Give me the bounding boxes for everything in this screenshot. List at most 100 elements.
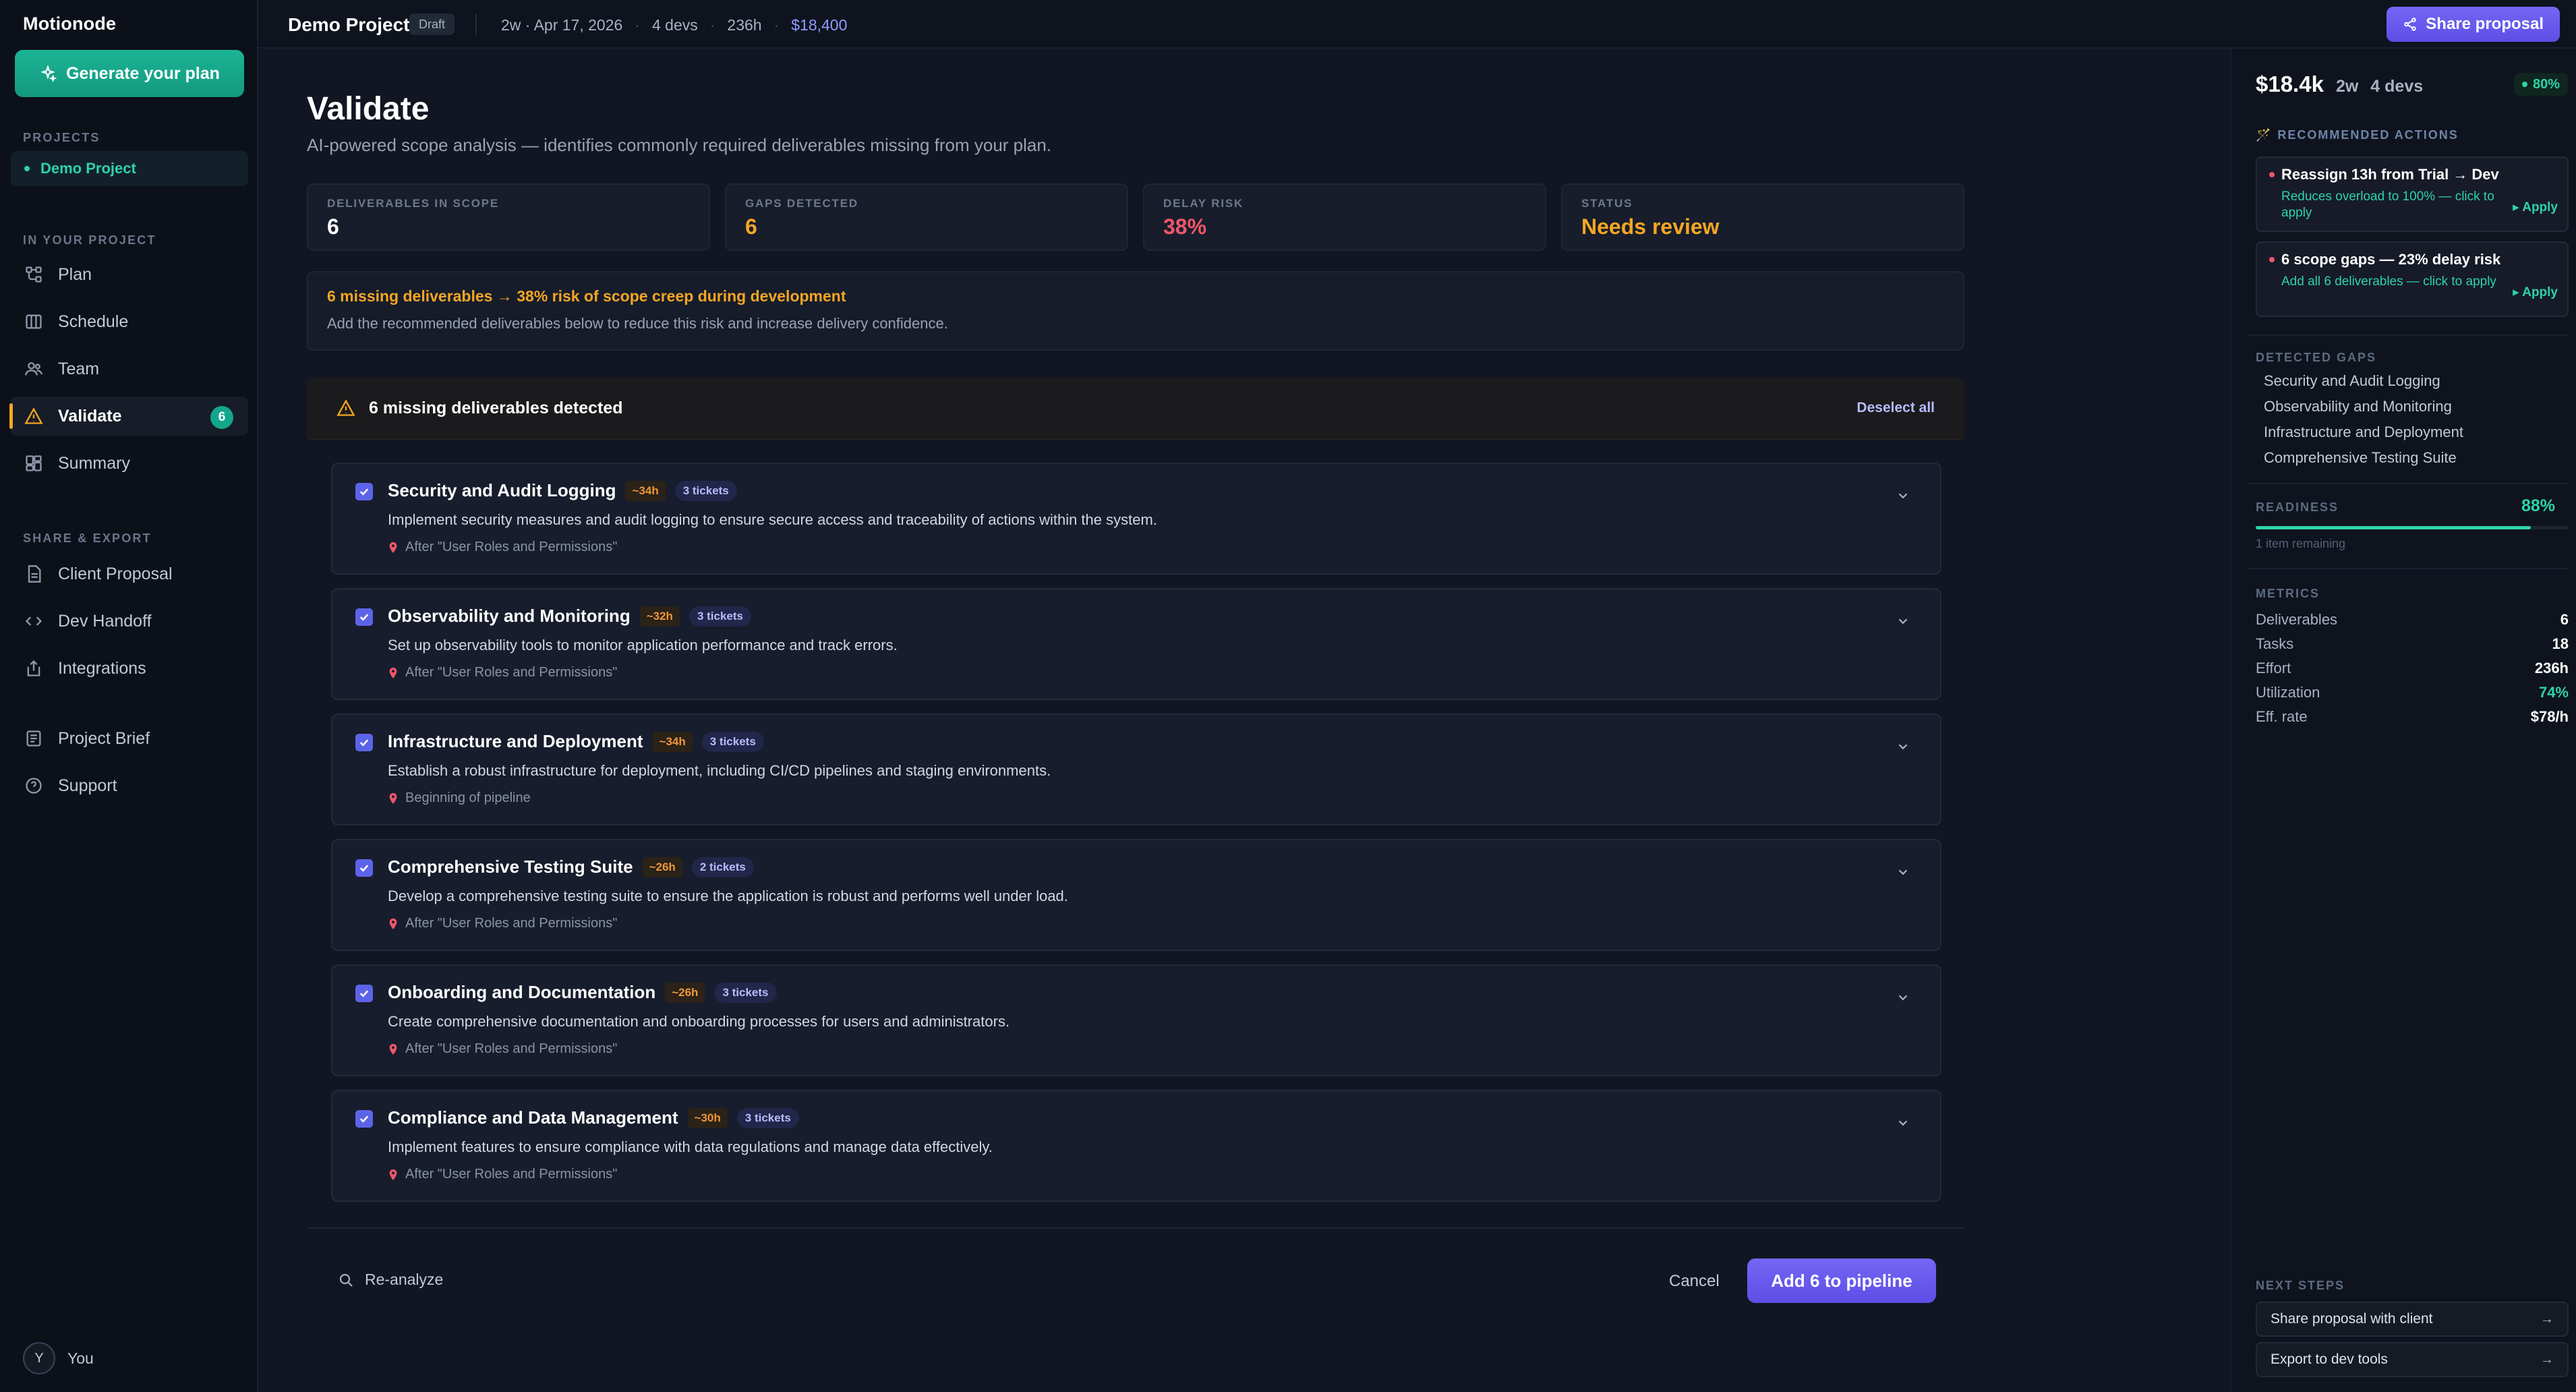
confidence-value: 80%: [2532, 76, 2560, 92]
next-step-share-proposal[interactable]: Share proposal with client →: [2256, 1302, 2569, 1337]
deliverable-checkbox[interactable]: [355, 859, 373, 877]
page-subtitle: AI-powered scope analysis — identifies c…: [307, 135, 1052, 155]
sidebar-item-schedule[interactable]: Schedule: [11, 302, 248, 341]
readiness-progress-fill: [2256, 526, 2531, 529]
chevron-down-icon[interactable]: [1896, 488, 1910, 503]
deliverable-position: After "User Roles and Permissions": [388, 1041, 617, 1057]
deliverable-title-row: Onboarding and Documentation ~26h 3 ticket…: [388, 982, 777, 1003]
chevron-down-icon[interactable]: [1896, 739, 1910, 754]
sidebar-item-validate[interactable]: Validate 6: [9, 397, 248, 436]
sidebar-item-label: Schedule: [58, 312, 129, 331]
deliverable-position-text: After "User Roles and Permissions": [405, 665, 618, 680]
deliverable-card[interactable]: Observability and Monitoring ~32h 3 ticket…: [331, 588, 1941, 700]
generate-plan-button[interactable]: Generate your plan: [15, 50, 244, 97]
chevron-down-icon[interactable]: [1896, 614, 1910, 629]
metric-value: 74%: [2538, 684, 2569, 701]
document-icon: [28, 565, 41, 583]
gap-item: Observability and Monitoring: [2264, 398, 2452, 415]
recommendation-card[interactable]: Reassign 13h from Trial → Dev Reduces ov…: [2256, 156, 2569, 232]
deliverable-checkbox[interactable]: [355, 985, 373, 1002]
deliverable-card[interactable]: Infrastructure and Deployment ~34h 3 ticke…: [331, 714, 1941, 825]
deliverable-card[interactable]: Compliance and Data Management ~30h 3 tick…: [331, 1090, 1941, 1202]
user-name: You: [67, 1349, 94, 1367]
chevron-down-icon[interactable]: [1896, 1115, 1910, 1130]
action-bar: Re-analyze Cancel Add 6 to pipeline: [307, 1227, 1964, 1349]
meta-devs: 4 devs: [651, 16, 698, 34]
summary-panel: $18.4k 2w 4 devs 80% 🪄 RECOMMENDED ACTIO…: [2230, 49, 2576, 1392]
metric-value: 18: [2552, 635, 2569, 652]
stat-value: 38%: [1163, 214, 1207, 239]
reanalyze-button[interactable]: Re-analyze: [338, 1271, 443, 1289]
sidebar-item-summary[interactable]: Summary: [11, 444, 248, 483]
share-export-section-label: SHARE & EXPORT: [23, 531, 152, 545]
chevron-down-icon[interactable]: [1896, 990, 1910, 1005]
stat-deliverables: DELIVERABLES IN SCOPE 6: [307, 183, 710, 251]
metrics-label: METRICS: [2256, 587, 2320, 600]
deliverable-title-row: Observability and Monitoring ~32h 3 ticket…: [388, 606, 751, 627]
recommendation-title: 6 scope gaps — 23% delay risk: [2269, 251, 2500, 268]
recommendation-card[interactable]: 6 scope gaps — 23% delay risk Add all 6 …: [2256, 241, 2569, 317]
cancel-button[interactable]: Cancel: [1669, 1272, 1720, 1291]
status-dot-icon: [2521, 82, 2527, 87]
deliverable-description: Develop a comprehensive testing suite to…: [388, 888, 1068, 904]
sidebar-item-support[interactable]: Support: [11, 766, 248, 805]
sidebar-item-team[interactable]: Team: [11, 349, 248, 388]
chevron-down-icon[interactable]: [1896, 865, 1910, 879]
metric-key: Deliverables: [2256, 611, 2338, 628]
gap-item: Comprehensive Testing Suite: [2264, 449, 2457, 466]
deliverable-position-text: Beginning of pipeline: [405, 790, 531, 805]
deliverable-checkbox[interactable]: [355, 608, 373, 626]
deliverable-checkbox[interactable]: [355, 734, 373, 751]
sidebar-item-project-brief[interactable]: Project Brief: [11, 719, 248, 758]
recommended-actions-label: 🪄 RECOMMENDED ACTIONS: [2256, 128, 2459, 142]
deliverable-position: After "User Roles and Permissions": [388, 916, 617, 931]
share-proposal-button[interactable]: Share proposal: [2387, 7, 2560, 42]
warning-icon: [336, 399, 355, 416]
missing-deliverables-bar: 6 missing deliverables detected Deselect…: [307, 378, 1964, 440]
stat-value: Needs review: [1581, 214, 1720, 239]
deliverable-card[interactable]: Onboarding and Documentation ~26h 3 ticket…: [331, 964, 1941, 1076]
sidebar-item-integrations[interactable]: Integrations: [11, 649, 248, 688]
sidebar-item-plan[interactable]: Plan: [11, 255, 248, 294]
next-step-label: Export to dev tools: [2271, 1352, 2388, 1367]
apply-button[interactable]: ▸ Apply: [2513, 200, 2558, 215]
readiness-value: 88%: [2521, 496, 2555, 515]
user-menu[interactable]: Y You: [23, 1342, 94, 1374]
stat-status: STATUS Needs review: [1561, 183, 1964, 251]
deselect-all-button[interactable]: Deselect all: [1856, 400, 1935, 416]
next-step-export-dev-tools[interactable]: Export to dev tools →: [2256, 1342, 2569, 1377]
divider: [2248, 483, 2569, 484]
deliverable-position: After "User Roles and Permissions": [388, 1167, 617, 1182]
panel-amount: $18.4k: [2256, 71, 2324, 96]
separator-dot: ·: [635, 16, 640, 34]
tickets-badge: 3 tickets: [674, 480, 737, 501]
sidebar-item-label: Dev Handoff: [58, 611, 152, 631]
stat-value: 6: [745, 214, 757, 239]
metric-value: 236h: [2534, 660, 2569, 676]
pin-icon: [389, 918, 397, 929]
panel-devs: 4 devs: [2370, 77, 2424, 96]
risk-alert-headline: 6 missing deliverables → 38% risk of sco…: [327, 287, 846, 305]
deliverable-checkbox[interactable]: [355, 1110, 373, 1128]
deliverable-position-text: After "User Roles and Permissions": [405, 1041, 618, 1056]
deliverable-position-text: After "User Roles and Permissions": [405, 540, 618, 554]
project-item-demo[interactable]: Demo Project: [11, 151, 248, 186]
apply-button[interactable]: ▸ Apply: [2513, 285, 2558, 300]
brand-logo[interactable]: Motionode: [23, 13, 116, 34]
add-to-pipeline-button[interactable]: Add 6 to pipeline: [1747, 1258, 1936, 1303]
deliverable-card[interactable]: Security and Audit Logging ~34h 3 tickets I…: [331, 463, 1941, 575]
sidebar-item-label: Project Brief: [58, 728, 150, 748]
check-icon: [359, 614, 369, 621]
sidebar-item-client-proposal[interactable]: Client Proposal: [11, 554, 248, 593]
sidebar-item-dev-handoff[interactable]: Dev Handoff: [11, 602, 248, 641]
deliverable-checkbox[interactable]: [355, 483, 373, 500]
main-content: Validate AI-powered scope analysis — ide…: [258, 49, 2230, 1392]
risk-alert-detail: Add the recommended deliverables below t…: [327, 315, 948, 332]
separator-dot: ·: [773, 16, 780, 34]
check-icon: [359, 865, 369, 872]
confidence-badge: 80%: [2513, 73, 2568, 96]
deliverable-card[interactable]: Comprehensive Testing Suite ~26h 2 tickets…: [331, 839, 1941, 951]
sidebar-item-label: Summary: [58, 453, 130, 473]
tickets-badge: 3 tickets: [689, 606, 751, 627]
panel-header: $18.4k 2w 4 devs: [2256, 71, 2423, 97]
